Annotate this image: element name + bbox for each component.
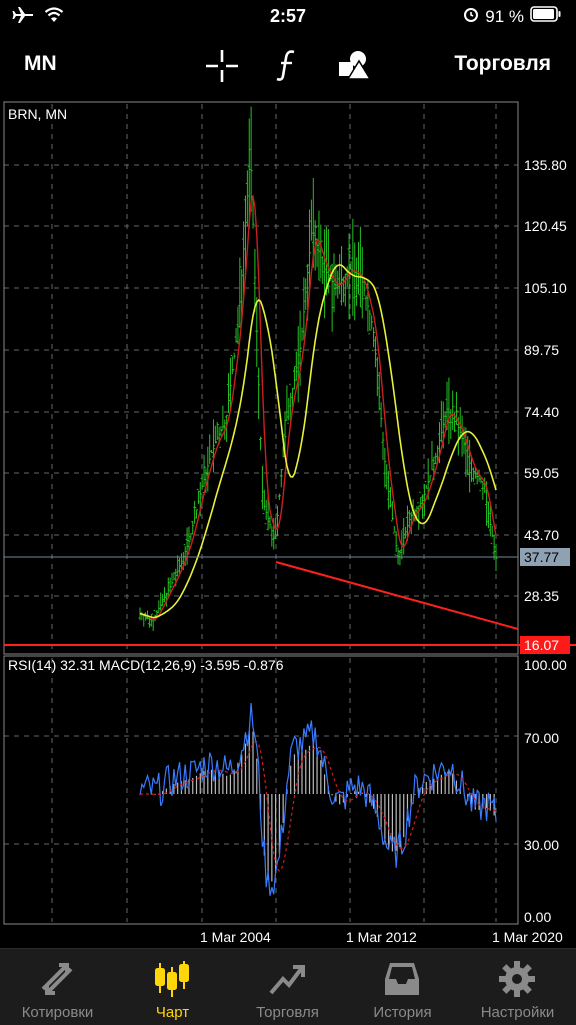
- time-label: 1 Mar 2004: [200, 929, 271, 945]
- rsi-line: [139, 702, 497, 896]
- price-label: 59.05: [524, 465, 559, 481]
- crosshair-icon[interactable]: [204, 48, 240, 84]
- chart-toolbar: MN Торговля: [0, 34, 576, 100]
- price-axis: 135.80 120.45 105.10 89.75 74.40 59.05 4…: [524, 157, 567, 604]
- indicator-level-label: 0.00: [524, 909, 551, 925]
- moving-average-fast: [139, 193, 497, 620]
- trade-icon: [267, 959, 307, 999]
- tab-label: Чарт: [155, 1004, 190, 1021]
- chart-candles-icon: [152, 959, 192, 999]
- battery-icon: [530, 6, 562, 27]
- battery-percent: 91 %: [485, 6, 524, 26]
- tab-quotes[interactable]: Котировки: [0, 949, 115, 1025]
- time-label: 1 Mar 2012: [346, 929, 417, 945]
- tab-label: Котировки: [21, 1004, 94, 1021]
- indicator-level-label: 100.00: [524, 657, 567, 673]
- tab-label: Торговля: [256, 1004, 319, 1021]
- history-icon: [382, 959, 422, 999]
- chart-svg[interactable]: BRN, MN 135.80 120.45 105.10 89.75 74.40…: [0, 100, 576, 948]
- settings-icon: [497, 959, 537, 999]
- indicator-title: RSI(14) 32.31 MACD(12,26,9) -3.595 -0.87…: [8, 657, 284, 673]
- level-price-label: 16.07: [524, 637, 559, 653]
- timeframe-button[interactable]: MN: [24, 52, 57, 76]
- price-bars: [138, 106, 498, 631]
- time-label: 1 Mar 2020: [492, 929, 563, 945]
- trendline[interactable]: [275, 561, 519, 630]
- main-chart-frame: [3, 101, 519, 655]
- tab-history[interactable]: История: [345, 949, 460, 1025]
- tab-settings[interactable]: Настройки: [460, 949, 575, 1025]
- chart-area[interactable]: BRN, MN 135.80 120.45 105.10 89.75 74.40…: [0, 100, 576, 948]
- tab-label: История: [373, 1004, 432, 1021]
- quotes-icon: [37, 959, 77, 999]
- tab-bar: Котировки Чарт Торговля История Настройк…: [0, 948, 576, 1025]
- trade-button[interactable]: Торговля: [454, 52, 551, 76]
- indicators-icon[interactable]: [270, 48, 306, 84]
- indicator-level-label: 30.00: [524, 837, 559, 853]
- current-price-label: 37.77: [524, 549, 559, 565]
- status-bar: 2:57 91 %: [0, 0, 576, 34]
- price-label: 135.80: [524, 157, 567, 173]
- objects-icon[interactable]: [336, 48, 372, 84]
- tab-label: Настройки: [480, 1004, 555, 1021]
- tab-chart[interactable]: Чарт: [115, 949, 230, 1025]
- indicator-level-label: 70.00: [524, 730, 559, 746]
- price-label: 105.10: [524, 280, 567, 296]
- price-label: 28.35: [524, 588, 559, 604]
- price-label: 89.75: [524, 342, 559, 358]
- chart-title: BRN, MN: [8, 106, 67, 122]
- price-label: 74.40: [524, 404, 559, 420]
- price-label: 43.70: [524, 527, 559, 543]
- price-label: 120.45: [524, 218, 567, 234]
- tab-trade[interactable]: Торговля: [230, 949, 345, 1025]
- alarm-icon: [463, 6, 479, 27]
